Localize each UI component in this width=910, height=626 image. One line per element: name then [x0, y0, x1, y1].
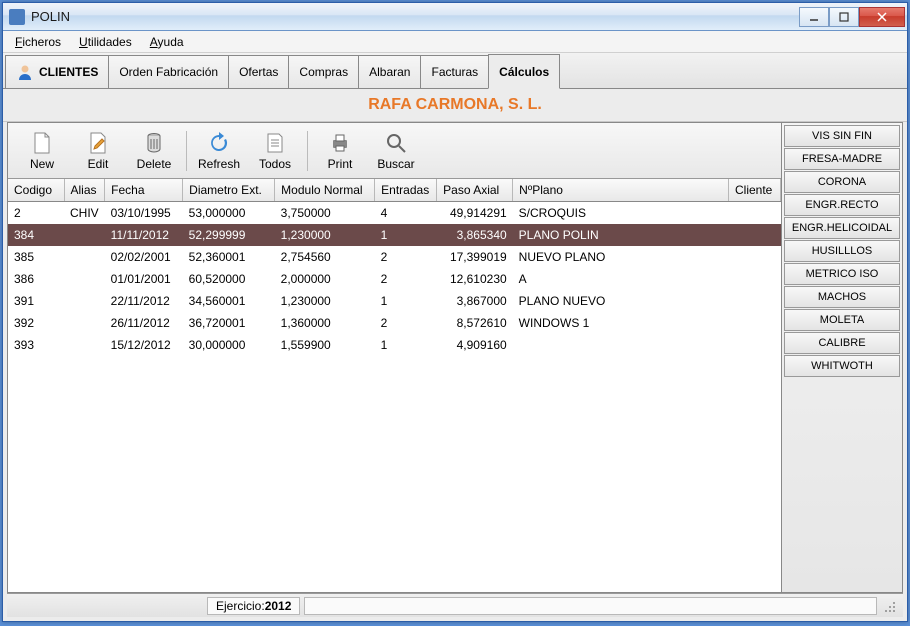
statusbar: Ejercicio:2012 [7, 593, 903, 617]
side-button-moleta[interactable]: MOLETA [784, 309, 900, 331]
table-row[interactable]: 39122/11/201234,5600011,23000013,867000P… [8, 290, 781, 312]
edit-button[interactable]: Edit [70, 125, 126, 177]
tabbar: CLIENTES Orden Fabricación Ofertas Compr… [3, 53, 907, 89]
tab-compras[interactable]: Compras [288, 55, 359, 88]
company-name: RAFA CARMONA, S. L. [3, 89, 907, 122]
close-button[interactable] [859, 7, 905, 27]
toolbar-separator [307, 131, 308, 171]
tab-ofertas[interactable]: Ofertas [228, 55, 289, 88]
delete-button[interactable]: Delete [126, 125, 182, 177]
side-button-engr-recto[interactable]: ENGR.RECTO [784, 194, 900, 216]
print-icon [328, 131, 352, 155]
col-diametro[interactable]: Diametro Ext. [183, 179, 275, 202]
menu-utilidades[interactable]: Utilidades [71, 33, 140, 51]
side-button-vis-sin-fin[interactable]: VIS SIN FIN [784, 125, 900, 147]
col-modulo[interactable]: Modulo Normal [275, 179, 375, 202]
new-button[interactable]: New [14, 125, 70, 177]
new-icon [30, 131, 54, 155]
todos-icon [263, 131, 287, 155]
col-cliente[interactable]: Cliente [729, 179, 781, 202]
minimize-button[interactable] [799, 7, 829, 27]
buscar-button[interactable]: Buscar [368, 125, 424, 177]
status-empty [304, 597, 877, 615]
status-ejercicio: Ejercicio:2012 [207, 597, 300, 615]
header-row: Codigo Alias Fecha Diametro Ext. Modulo … [8, 179, 781, 202]
main-pane: New Edit Delete Refresh Todos [8, 123, 782, 592]
side-panel: VIS SIN FINFRESA-MADRECORONAENGR.RECTOEN… [782, 123, 902, 592]
toolbar-separator [186, 131, 187, 171]
print-button[interactable]: Print [312, 125, 368, 177]
tab-orden-fabricacion[interactable]: Orden Fabricación [108, 55, 229, 88]
data-grid[interactable]: Codigo Alias Fecha Diametro Ext. Modulo … [8, 179, 781, 592]
table-row[interactable]: 38601/01/200160,5200002,000000212,610230… [8, 268, 781, 290]
side-button-whitwoth[interactable]: WHITWOTH [784, 355, 900, 377]
table-row[interactable]: 39226/11/201236,7200011,36000028,572610W… [8, 312, 781, 334]
col-nplano[interactable]: NºPlano [513, 179, 729, 202]
side-button-engr-helicoidal[interactable]: ENGR.HELICOIDAL [784, 217, 900, 239]
col-codigo[interactable]: Codigo [8, 179, 64, 202]
table-row[interactable]: 38502/02/200152,3600012,754560217,399019… [8, 246, 781, 268]
menu-ficheros[interactable]: Ficheros [7, 33, 69, 51]
side-button-calibre[interactable]: CALIBRE [784, 332, 900, 354]
titlebar: POLIN [3, 3, 907, 31]
person-icon [16, 63, 34, 81]
content-area: New Edit Delete Refresh Todos [7, 122, 903, 593]
window-title: POLIN [31, 9, 799, 24]
col-paso[interactable]: Paso Axial [437, 179, 513, 202]
maximize-button[interactable] [829, 7, 859, 27]
side-button-corona[interactable]: CORONA [784, 171, 900, 193]
app-icon [9, 9, 25, 25]
side-button-metrico-iso[interactable]: METRICO ISO [784, 263, 900, 285]
tab-albaran[interactable]: Albaran [358, 55, 421, 88]
tab-calculos[interactable]: Cálculos [488, 54, 560, 89]
side-button-husilllos[interactable]: HUSILLLOS [784, 240, 900, 262]
tab-facturas[interactable]: Facturas [420, 55, 489, 88]
refresh-button[interactable]: Refresh [191, 125, 247, 177]
col-entradas[interactable]: Entradas [375, 179, 437, 202]
table-row[interactable]: 2CHIV03/10/199553,0000003,750000449,9142… [8, 202, 781, 224]
col-alias[interactable]: Alias [64, 179, 105, 202]
search-icon [384, 131, 408, 155]
delete-icon [142, 131, 166, 155]
edit-icon [86, 131, 110, 155]
refresh-icon [207, 131, 231, 155]
tab-clientes[interactable]: CLIENTES [5, 55, 109, 88]
todos-button[interactable]: Todos [247, 125, 303, 177]
table-row[interactable]: 38411/11/201252,2999991,23000013,865340P… [8, 224, 781, 246]
app-window: POLIN Ficheros Utilidades Ayuda CLIENTES… [2, 2, 908, 622]
resize-grip-icon[interactable] [881, 598, 897, 614]
table-row[interactable]: 39315/12/201230,0000001,55990014,909160 [8, 334, 781, 356]
menubar: Ficheros Utilidades Ayuda [3, 31, 907, 53]
side-button-fresa-madre[interactable]: FRESA-MADRE [784, 148, 900, 170]
side-button-machos[interactable]: MACHOS [784, 286, 900, 308]
toolbar: New Edit Delete Refresh Todos [8, 123, 781, 179]
col-fecha[interactable]: Fecha [105, 179, 183, 202]
menu-ayuda[interactable]: Ayuda [142, 33, 192, 51]
